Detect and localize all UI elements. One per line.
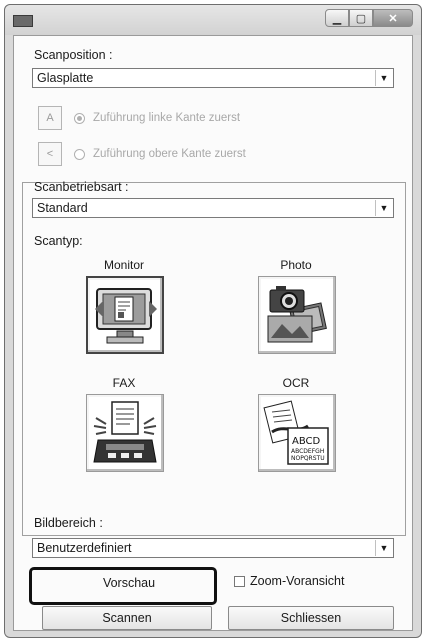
scan-type-label: Scantyp: — [34, 234, 83, 248]
chevron-down-icon[interactable]: ▼ — [375, 200, 392, 216]
close-icon[interactable]: ✕ — [373, 9, 413, 27]
scan-mode-combo[interactable]: Standard ▼ — [32, 198, 394, 218]
zoom-preview-checkbox[interactable] — [234, 576, 245, 587]
tile-label-fax: FAX — [112, 376, 136, 390]
feed-option-left-edge[interactable]: A Zuführung linke Kante zuerst — [38, 106, 240, 130]
image-area-value: Benutzerdefiniert — [37, 541, 132, 555]
caption-buttons: ▁ ▢ ✕ — [325, 9, 413, 27]
chevron-down-icon[interactable]: ▼ — [375, 70, 392, 86]
image-area-label: Bildbereich : — [34, 516, 103, 530]
scan-type-photo[interactable] — [258, 276, 336, 354]
minimize-icon[interactable]: ▁ — [325, 9, 349, 27]
scan-mode-label: Scanbetriebsart : — [34, 180, 129, 194]
zoom-preview-label: Zoom-Voransicht — [250, 574, 345, 588]
tile-label-monitor: Monitor — [103, 258, 144, 272]
ocr-sample-line-3: NOPQRSTU — [291, 455, 325, 462]
scan-position-combo[interactable]: Glasplatte ▼ — [32, 68, 394, 88]
scan-type-fax[interactable] — [86, 394, 164, 472]
scan-position-label: Scanposition : — [34, 48, 113, 62]
scan-type-monitor[interactable] — [86, 276, 164, 354]
chevron-down-icon[interactable]: ▼ — [375, 540, 392, 556]
tile-label-ocr: OCR — [282, 376, 310, 390]
ocr-document-icon: ABCD ABCDEFGH NOPQRSTU — [263, 400, 329, 465]
radio-feed-left-edge[interactable] — [74, 112, 85, 124]
feed-option-top-edge[interactable]: < Zuführung obere Kante zuerst — [38, 142, 246, 166]
close-button[interactable]: Schliessen — [228, 606, 394, 630]
tile-label-photo: Photo — [280, 258, 312, 272]
monitor-scan-icon — [95, 288, 157, 344]
image-area-combo[interactable]: Benutzerdefiniert ▼ — [32, 538, 394, 558]
scan-dialog-window: ▁ ▢ ✕ Scanposition : Glasplatte ▼ A Zufü… — [4, 4, 422, 638]
feed-top-edge-icon: < — [38, 142, 62, 166]
radio-feed-top-edge[interactable] — [74, 148, 85, 160]
ocr-sample-line-1: ABCD — [292, 436, 321, 447]
feed-left-edge-label: Zuführung linke Kante zuerst — [93, 112, 241, 124]
scan-button[interactable]: Scannen — [42, 606, 212, 630]
title-bar[interactable]: ▁ ▢ ✕ — [5, 5, 421, 35]
feed-left-edge-icon: A — [38, 106, 62, 130]
scan-position-value: Glasplatte — [37, 71, 94, 85]
photo-camera-icon — [267, 286, 327, 343]
feed-top-edge-label: Zuführung obere Kante zuerst — [93, 148, 246, 160]
maximize-icon[interactable]: ▢ — [349, 9, 373, 27]
scan-mode-value: Standard — [37, 201, 88, 215]
scanner-app-icon — [13, 15, 33, 27]
scan-button-highlight — [29, 567, 217, 605]
ocr-sample-line-2: ABCDEFGH — [291, 448, 324, 455]
scan-type-ocr[interactable]: ABCD ABCDEFGH NOPQRSTU — [258, 394, 336, 472]
fax-machine-icon — [93, 401, 157, 463]
dialog-client-area: Scanposition : Glasplatte ▼ A Zuführung … — [13, 35, 413, 631]
